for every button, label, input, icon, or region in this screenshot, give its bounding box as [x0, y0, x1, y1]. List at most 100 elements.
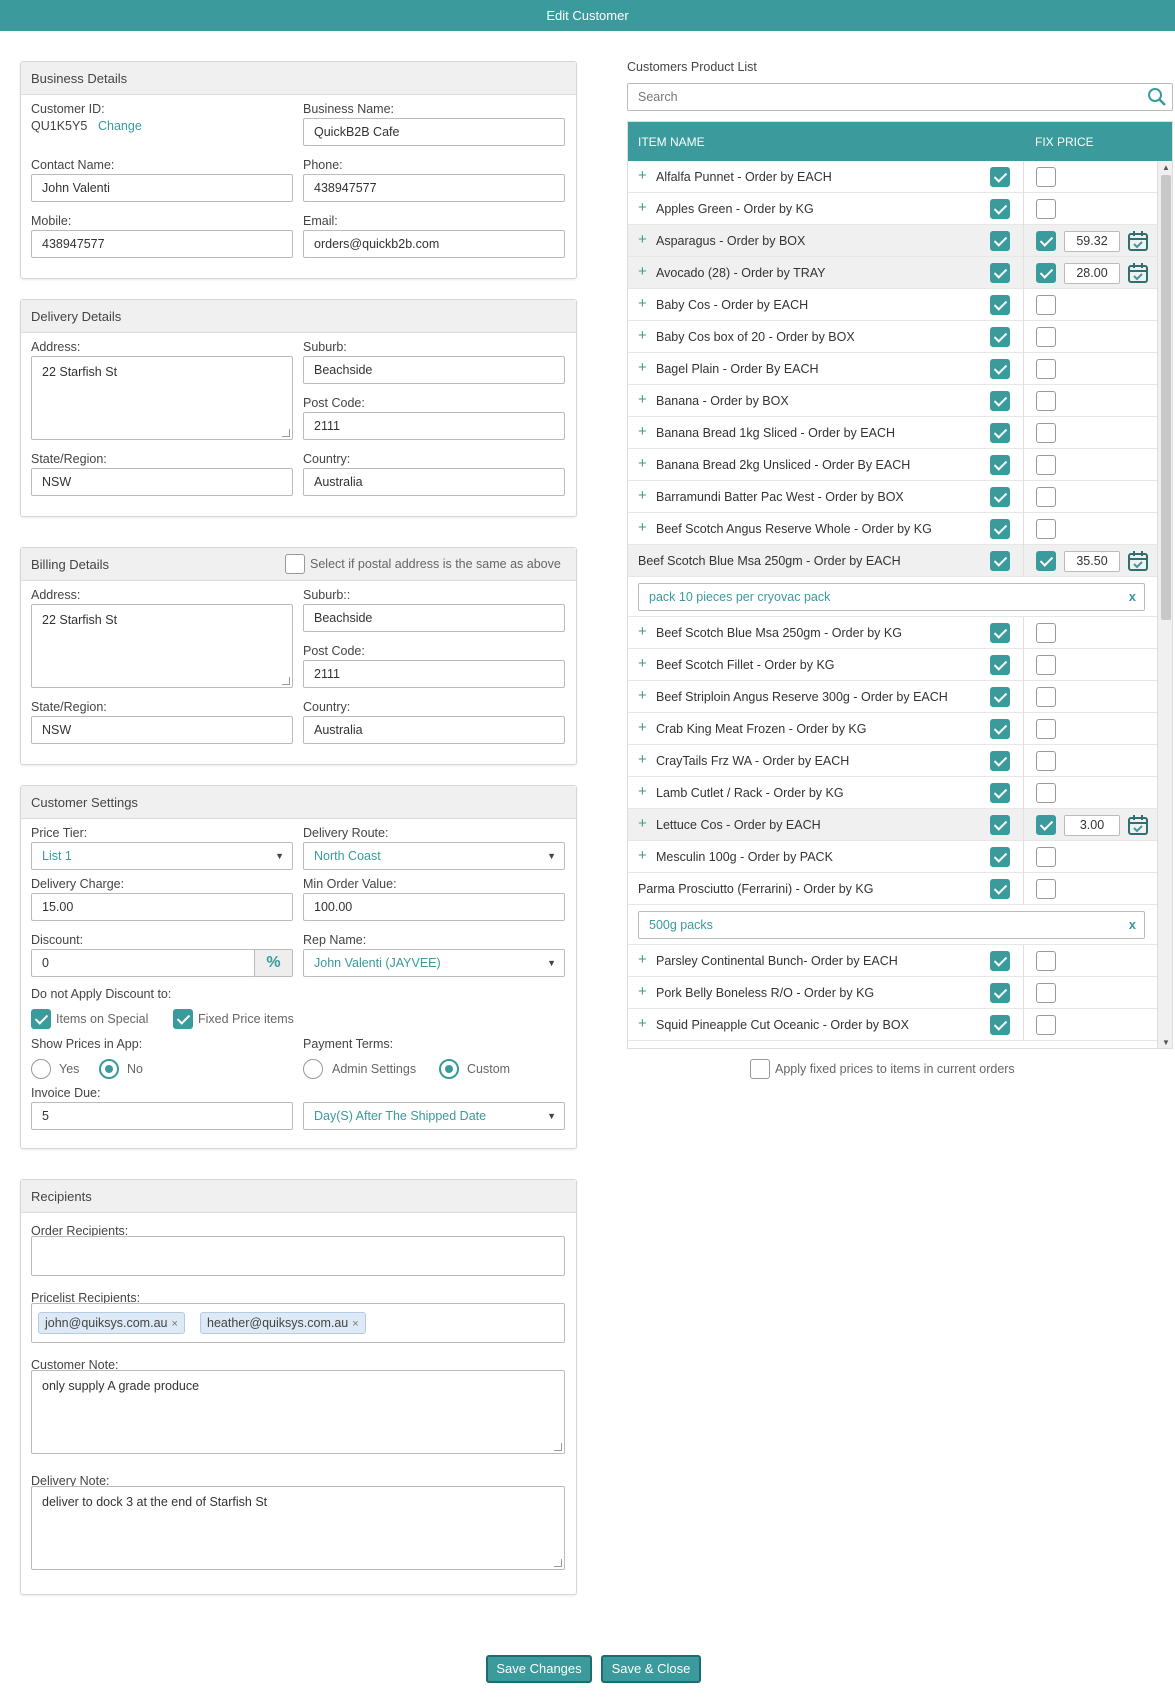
fix-price-checkbox[interactable] [1036, 167, 1056, 187]
billing-state-input[interactable]: NSW [31, 716, 293, 744]
show-prices-yes-radio[interactable] [31, 1059, 51, 1079]
fix-price-checkbox[interactable] [1036, 551, 1056, 571]
product-row[interactable]: + Beef Scotch Fillet - Order by KG [628, 649, 1157, 681]
product-enabled-checkbox[interactable] [990, 487, 1010, 507]
fix-price-checkbox[interactable] [1036, 295, 1056, 315]
product-row[interactable]: + Baby Cos - Order by EACH [628, 289, 1157, 321]
clear-note-icon[interactable]: x [1129, 912, 1136, 938]
delivery-charge-input[interactable]: 15.00 [31, 893, 293, 921]
product-enabled-checkbox[interactable] [990, 879, 1010, 899]
fix-price-checkbox[interactable] [1036, 199, 1056, 219]
fixed-price-input[interactable]: 35.50 [1064, 551, 1120, 572]
product-enabled-checkbox[interactable] [990, 1015, 1010, 1035]
product-row[interactable]: + Crab King Meat Frozen - Order by KG [628, 713, 1157, 745]
rep-name-select[interactable]: John Valenti (JAYVEE) ▼ [303, 949, 565, 977]
product-row[interactable]: + Baby Cos box of 20 - Order by BOX [628, 321, 1157, 353]
delivery-note-textarea[interactable]: deliver to dock 3 at the end of Starfish… [31, 1486, 565, 1570]
product-note-input[interactable]: pack 10 pieces per cryovac pack x [638, 583, 1145, 611]
calendar-icon[interactable] [1127, 262, 1149, 284]
product-note-input[interactable]: 500g packs x [638, 911, 1145, 939]
recipient-chip[interactable]: john@quiksys.com.au × [38, 1312, 185, 1334]
expand-plus-icon[interactable]: + [638, 488, 647, 504]
save-close-button[interactable]: Save & Close [601, 1655, 701, 1683]
customer-note-textarea[interactable]: only supply A grade produce [31, 1370, 565, 1454]
fix-price-checkbox[interactable] [1036, 783, 1056, 803]
product-row[interactable]: + Lettuce Cos - Order by EACH 3.00 [628, 809, 1157, 841]
product-row[interactable]: + Lamb Cutlet / Rack - Order by KG [628, 777, 1157, 809]
order-recipients-input[interactable] [31, 1236, 565, 1276]
product-row[interactable]: + Avocado (28) - Order by TRAY 28.00 [628, 257, 1157, 289]
product-enabled-checkbox[interactable] [990, 751, 1010, 771]
contact-name-input[interactable]: John Valenti [31, 174, 293, 202]
product-row[interactable]: + CrayTails Frz WA - Order by EACH [628, 745, 1157, 777]
fix-price-checkbox[interactable] [1036, 231, 1056, 251]
fix-price-checkbox[interactable] [1036, 951, 1056, 971]
product-enabled-checkbox[interactable] [990, 455, 1010, 475]
fix-price-checkbox[interactable] [1036, 879, 1056, 899]
product-row[interactable]: + Mesculin 100g - Order by PACK [628, 841, 1157, 873]
fix-price-checkbox[interactable] [1036, 455, 1056, 475]
email-input[interactable]: orders@quickb2b.com [303, 230, 565, 258]
save-changes-button[interactable]: Save Changes [486, 1655, 592, 1683]
product-enabled-checkbox[interactable] [990, 551, 1010, 571]
search-icon[interactable] [1147, 87, 1167, 107]
product-row[interactable]: + Squid Pineapple Cut Oceanic - Order by … [628, 1009, 1157, 1041]
fix-price-checkbox[interactable] [1036, 263, 1056, 283]
expand-plus-icon[interactable]: + [638, 656, 647, 672]
billing-address-textarea[interactable]: 22 Starfish St [31, 604, 293, 688]
mobile-input[interactable]: 438947577 [31, 230, 293, 258]
expand-plus-icon[interactable]: + [638, 720, 647, 736]
invoice-due-input[interactable]: 5 [31, 1102, 293, 1130]
expand-plus-icon[interactable]: + [638, 1016, 647, 1032]
price-tier-select[interactable]: List 1 ▼ [31, 842, 293, 870]
product-row[interactable]: + Asparagus - Order by BOX 59.32 [628, 225, 1157, 257]
expand-plus-icon[interactable]: + [638, 784, 647, 800]
product-row[interactable]: + Beef Scotch Angus Reserve Whole - Order… [628, 513, 1157, 545]
expand-plus-icon[interactable]: + [638, 168, 647, 184]
product-enabled-checkbox[interactable] [990, 951, 1010, 971]
expand-plus-icon[interactable]: + [638, 624, 647, 640]
fix-price-checkbox[interactable] [1036, 655, 1056, 675]
product-row[interactable]: + Banana - Order by BOX [628, 385, 1157, 417]
clear-note-icon[interactable]: x [1129, 584, 1136, 610]
product-enabled-checkbox[interactable] [990, 231, 1010, 251]
scrollbar-thumb[interactable] [1161, 175, 1171, 620]
product-search-input[interactable]: Search [627, 83, 1173, 111]
scroll-up-icon[interactable]: ▲ [1162, 163, 1170, 172]
expand-plus-icon[interactable]: + [638, 848, 647, 864]
business-name-input[interactable]: QuickB2B Cafe [303, 118, 565, 146]
product-row[interactable]: + Beef Scotch Blue Msa 250gm - Order by K… [628, 617, 1157, 649]
calendar-icon[interactable] [1127, 230, 1149, 252]
expand-plus-icon[interactable]: + [638, 456, 647, 472]
fix-price-checkbox[interactable] [1036, 687, 1056, 707]
delivery-suburb-input[interactable]: Beachside [303, 356, 565, 384]
delivery-address-textarea[interactable]: 22 Starfish St [31, 356, 293, 440]
product-row[interactable]: + Banana Bread 2kg Unsliced - Order By EA… [628, 449, 1157, 481]
calendar-icon[interactable] [1127, 550, 1149, 572]
fix-price-checkbox[interactable] [1036, 519, 1056, 539]
product-enabled-checkbox[interactable] [990, 983, 1010, 1003]
fix-price-checkbox[interactable] [1036, 391, 1056, 411]
fix-price-checkbox[interactable] [1036, 751, 1056, 771]
min-order-input[interactable]: 100.00 [303, 893, 565, 921]
expand-plus-icon[interactable]: + [638, 952, 647, 968]
expand-plus-icon[interactable]: + [638, 232, 647, 248]
product-enabled-checkbox[interactable] [990, 719, 1010, 739]
fix-price-checkbox[interactable] [1036, 359, 1056, 379]
expand-plus-icon[interactable]: + [638, 328, 647, 344]
fix-price-checkbox[interactable] [1036, 847, 1056, 867]
payment-admin-settings-radio[interactable] [303, 1059, 323, 1079]
product-row[interactable]: + Apples Green - Order by KG [628, 193, 1157, 225]
fix-price-checkbox[interactable] [1036, 719, 1056, 739]
product-enabled-checkbox[interactable] [990, 655, 1010, 675]
billing-postcode-input[interactable]: 2111 [303, 660, 565, 688]
product-row[interactable]: + Beef Striploin Angus Reserve 300g - Ord… [628, 681, 1157, 713]
expand-plus-icon[interactable]: + [638, 392, 647, 408]
delivery-country-input[interactable]: Australia [303, 468, 565, 496]
product-enabled-checkbox[interactable] [990, 359, 1010, 379]
expand-plus-icon[interactable]: + [638, 520, 647, 536]
remove-chip-icon[interactable]: × [171, 1318, 177, 1330]
product-row[interactable]: + Barramundi Batter Pac West - Order by B… [628, 481, 1157, 513]
product-enabled-checkbox[interactable] [990, 391, 1010, 411]
delivery-state-input[interactable]: NSW [31, 468, 293, 496]
